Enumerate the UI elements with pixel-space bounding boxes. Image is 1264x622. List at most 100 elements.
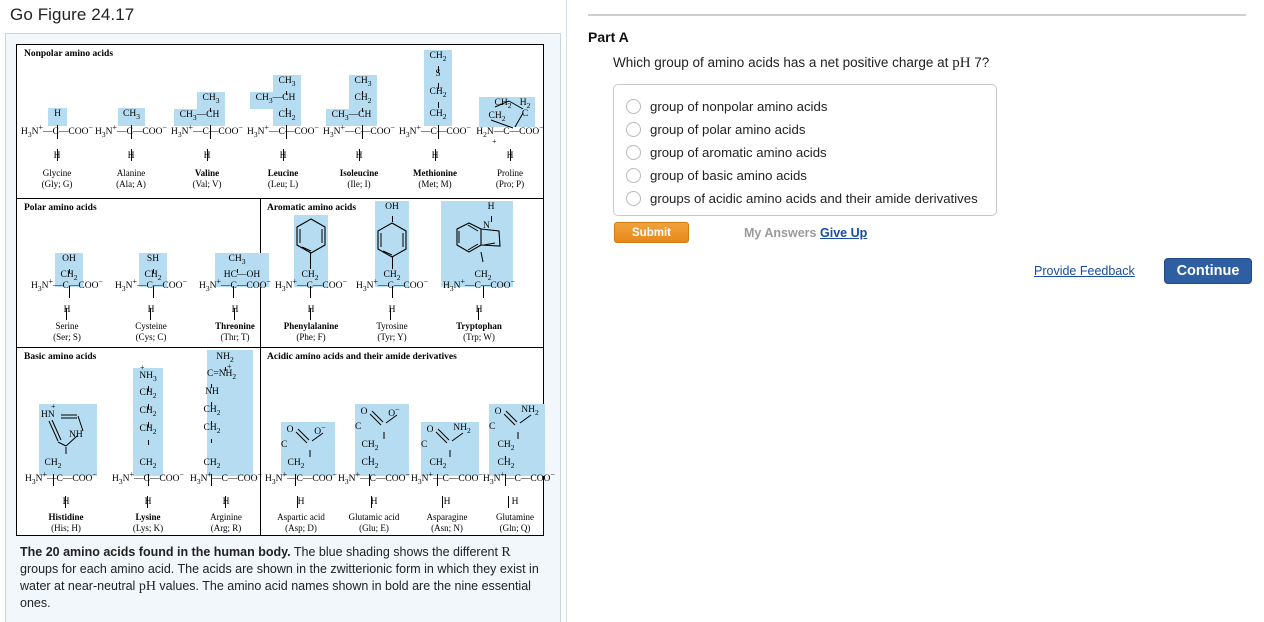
amino-acid-serine: OH CH2 H3N+—C—COO− H Serine (Ser; S) (29, 199, 105, 347)
amino-acid-name: Threonine (215, 321, 255, 331)
amino-acid-name: Histidine (48, 512, 84, 522)
amino-acid-name: Cysteine (135, 321, 167, 331)
r-group-ammonium: NH3 (139, 371, 157, 383)
benzene-ring (296, 218, 326, 254)
amino-acid-glutamine: O NH2 C CH2 CH2 H3N+—C—COO− H Glutamine … (483, 348, 555, 536)
amino-acid-tyrosine: OH CH2 H3N+—C—COO− H Tyrosine (Tyr; Y) (353, 199, 431, 347)
amino-acid-glutamic-acid: O O− C CH2 CH2 H3N+—C—COO− H Glutamic ac… (337, 348, 411, 536)
amino-acid-code: (Pro; P) (495, 179, 525, 189)
alpha-hydrogen: H (222, 497, 230, 507)
positive-charge: + (227, 362, 232, 371)
choice-aromatic[interactable]: group of aromatic amino acids (626, 141, 827, 163)
amino-acid-name: Glycine (42, 168, 72, 178)
r-group-methylene: CH2 (139, 388, 157, 400)
alpha-hydrogen: H (370, 497, 378, 507)
amino-acid-aspartic-acid: O O− C CH2 H3N+—C—COO− H Aspartic acid (… (265, 348, 337, 536)
amino-acid-cysteine: SH CH2 H3N+—C—COO− H Cysteine (Cys; C) (113, 199, 189, 347)
radio-button-icon[interactable] (626, 167, 641, 183)
question-text-before: Which group of amino acids has a net pos… (613, 55, 953, 70)
amino-acid-code: (Cys; C) (135, 332, 167, 342)
r-group-methylene: CH2 (203, 458, 221, 470)
amino-acid-name: Tyrosine (376, 321, 408, 331)
r-group-thiol: SH (146, 254, 160, 264)
amino-acid-lysine: NH3 + CH2 CH2 CH2 CH2 H3N+—C—COO− H Lysi… (109, 348, 187, 536)
question-text: Which group of amino acids has a net pos… (613, 55, 989, 72)
radio-button-icon[interactable] (626, 98, 641, 114)
alpha-hydrogen: H (307, 305, 315, 315)
amino-acid-code: (His; H) (51, 523, 81, 533)
r-group-nh-hydrogen: H (487, 202, 495, 212)
amino-acid-name: Tryptophan (456, 321, 502, 331)
amide-carbon: C (489, 422, 496, 432)
backbone: H3N+—C—COO− (25, 469, 97, 486)
choice-label: group of aromatic amino acids (650, 144, 827, 160)
give-up-link[interactable]: Give Up (820, 226, 867, 240)
r-group-methylene: CH2 (429, 109, 447, 121)
radio-button-icon[interactable] (626, 190, 641, 206)
amino-acid-name: Asparagine (426, 512, 468, 522)
backbone: H3N+—C—COO− (265, 469, 337, 486)
alpha-hydrogen: H (231, 305, 239, 315)
section-polar-aromatic: Polar amino acids Aromatic amino acids O… (17, 199, 543, 347)
choice-acidic[interactable]: groups of acidic amino acids and their a… (626, 187, 978, 209)
continue-button[interactable]: Continue (1164, 258, 1252, 284)
r-group-alanine: CH3 (123, 109, 140, 121)
r-group-hydroxyl: OH (385, 202, 399, 212)
amino-acid-name: Leucine (267, 168, 299, 178)
backbone: H3N+—C—COO− (323, 122, 395, 139)
amino-acid-code: (Leu; L) (267, 179, 299, 189)
backbone: H3N+—C—COO− (31, 276, 103, 293)
choice-nonpolar[interactable]: group of nonpolar amino acids (626, 95, 827, 117)
backbone: H3N+—C—COO− (190, 469, 262, 486)
amino-acid-chart: Nonpolar amino acids H H3N+—C—COO− H Gly… (16, 44, 555, 536)
figure-title: Go Figure 24.17 (10, 5, 135, 24)
question-text-after: 7? (970, 55, 990, 70)
amino-acid-arginine: NH2 C=NH2 + NH CH2 CH2 CH2 H3N+—C—COO− H (187, 348, 265, 536)
radio-button-icon[interactable] (626, 144, 641, 160)
section-nonpolar: Nonpolar amino acids H H3N+—C—COO− H Gly… (17, 45, 544, 198)
amide-carbon: C (421, 440, 428, 450)
my-answers-link[interactable]: My Answers (744, 226, 816, 240)
backbone: H3N+—C—COO− (171, 122, 243, 139)
r-group-methylene: CH2 (429, 51, 447, 63)
panel-divider (566, 0, 567, 622)
alpha-hydrogen: H (297, 497, 305, 507)
r-group-methylene: CH2 (139, 406, 157, 418)
r-group-methylene: CH2 (287, 458, 305, 470)
backbone: H3N+—C—COO− (411, 469, 483, 486)
r-group-methyl: CH3 (278, 76, 296, 88)
r-group-methyl: CH3 (202, 93, 220, 105)
amino-acid-name: Glutamic acid (348, 512, 400, 522)
r-group-hydroxyl: OH (62, 254, 76, 264)
choice-basic[interactable]: group of basic amino acids (626, 164, 807, 186)
bond (392, 257, 393, 269)
alpha-hydrogen: H (147, 305, 155, 315)
backbone: H3N+—C—COO− (483, 469, 555, 486)
submit-button[interactable]: Submit (614, 222, 689, 243)
r-group-valine: CH3—CH (179, 110, 220, 122)
r-group-methylene: CH2 (361, 440, 379, 452)
amino-acid-code: (Gly; G) (41, 179, 73, 189)
alpha-hydrogen: H (388, 305, 396, 315)
backbone: H3N+—C—COO− (356, 276, 428, 293)
r-group-methyl: CH3 (228, 254, 246, 266)
amino-acid-code: (Met; M) (418, 179, 452, 189)
provide-feedback-link[interactable]: Provide Feedback (1034, 264, 1135, 278)
caption-r-symbol: R (501, 545, 511, 560)
amino-acid-phenylalanine: CH2 H3N+—C—COO− H Phenylalanine (Phe; F) (269, 199, 353, 347)
amino-acid-code: (Asn; N) (431, 523, 463, 533)
alpha-hydrogen: H (475, 305, 483, 315)
alpha-hydrogen: H (511, 497, 519, 507)
choice-polar[interactable]: group of polar amino acids (626, 118, 805, 140)
r-group-methylene: CH2 (361, 458, 379, 470)
r-group-branch: CH3—CH (255, 93, 296, 105)
r-group-methylene: CH2 (497, 458, 515, 470)
backbone: H3N+—C—COO− (399, 122, 471, 139)
radio-button-icon[interactable] (626, 121, 641, 137)
amino-acid-valine: CH3 CH3—CH H3N+—C—COO− H Valine (Val; V) (169, 45, 245, 198)
r-group-methylene: CH2 (497, 440, 515, 452)
bond (310, 253, 311, 269)
amino-acid-name: Lysine (135, 512, 161, 522)
r-group-methyl: CH3 (354, 76, 372, 88)
part-label: Part A (588, 29, 629, 45)
